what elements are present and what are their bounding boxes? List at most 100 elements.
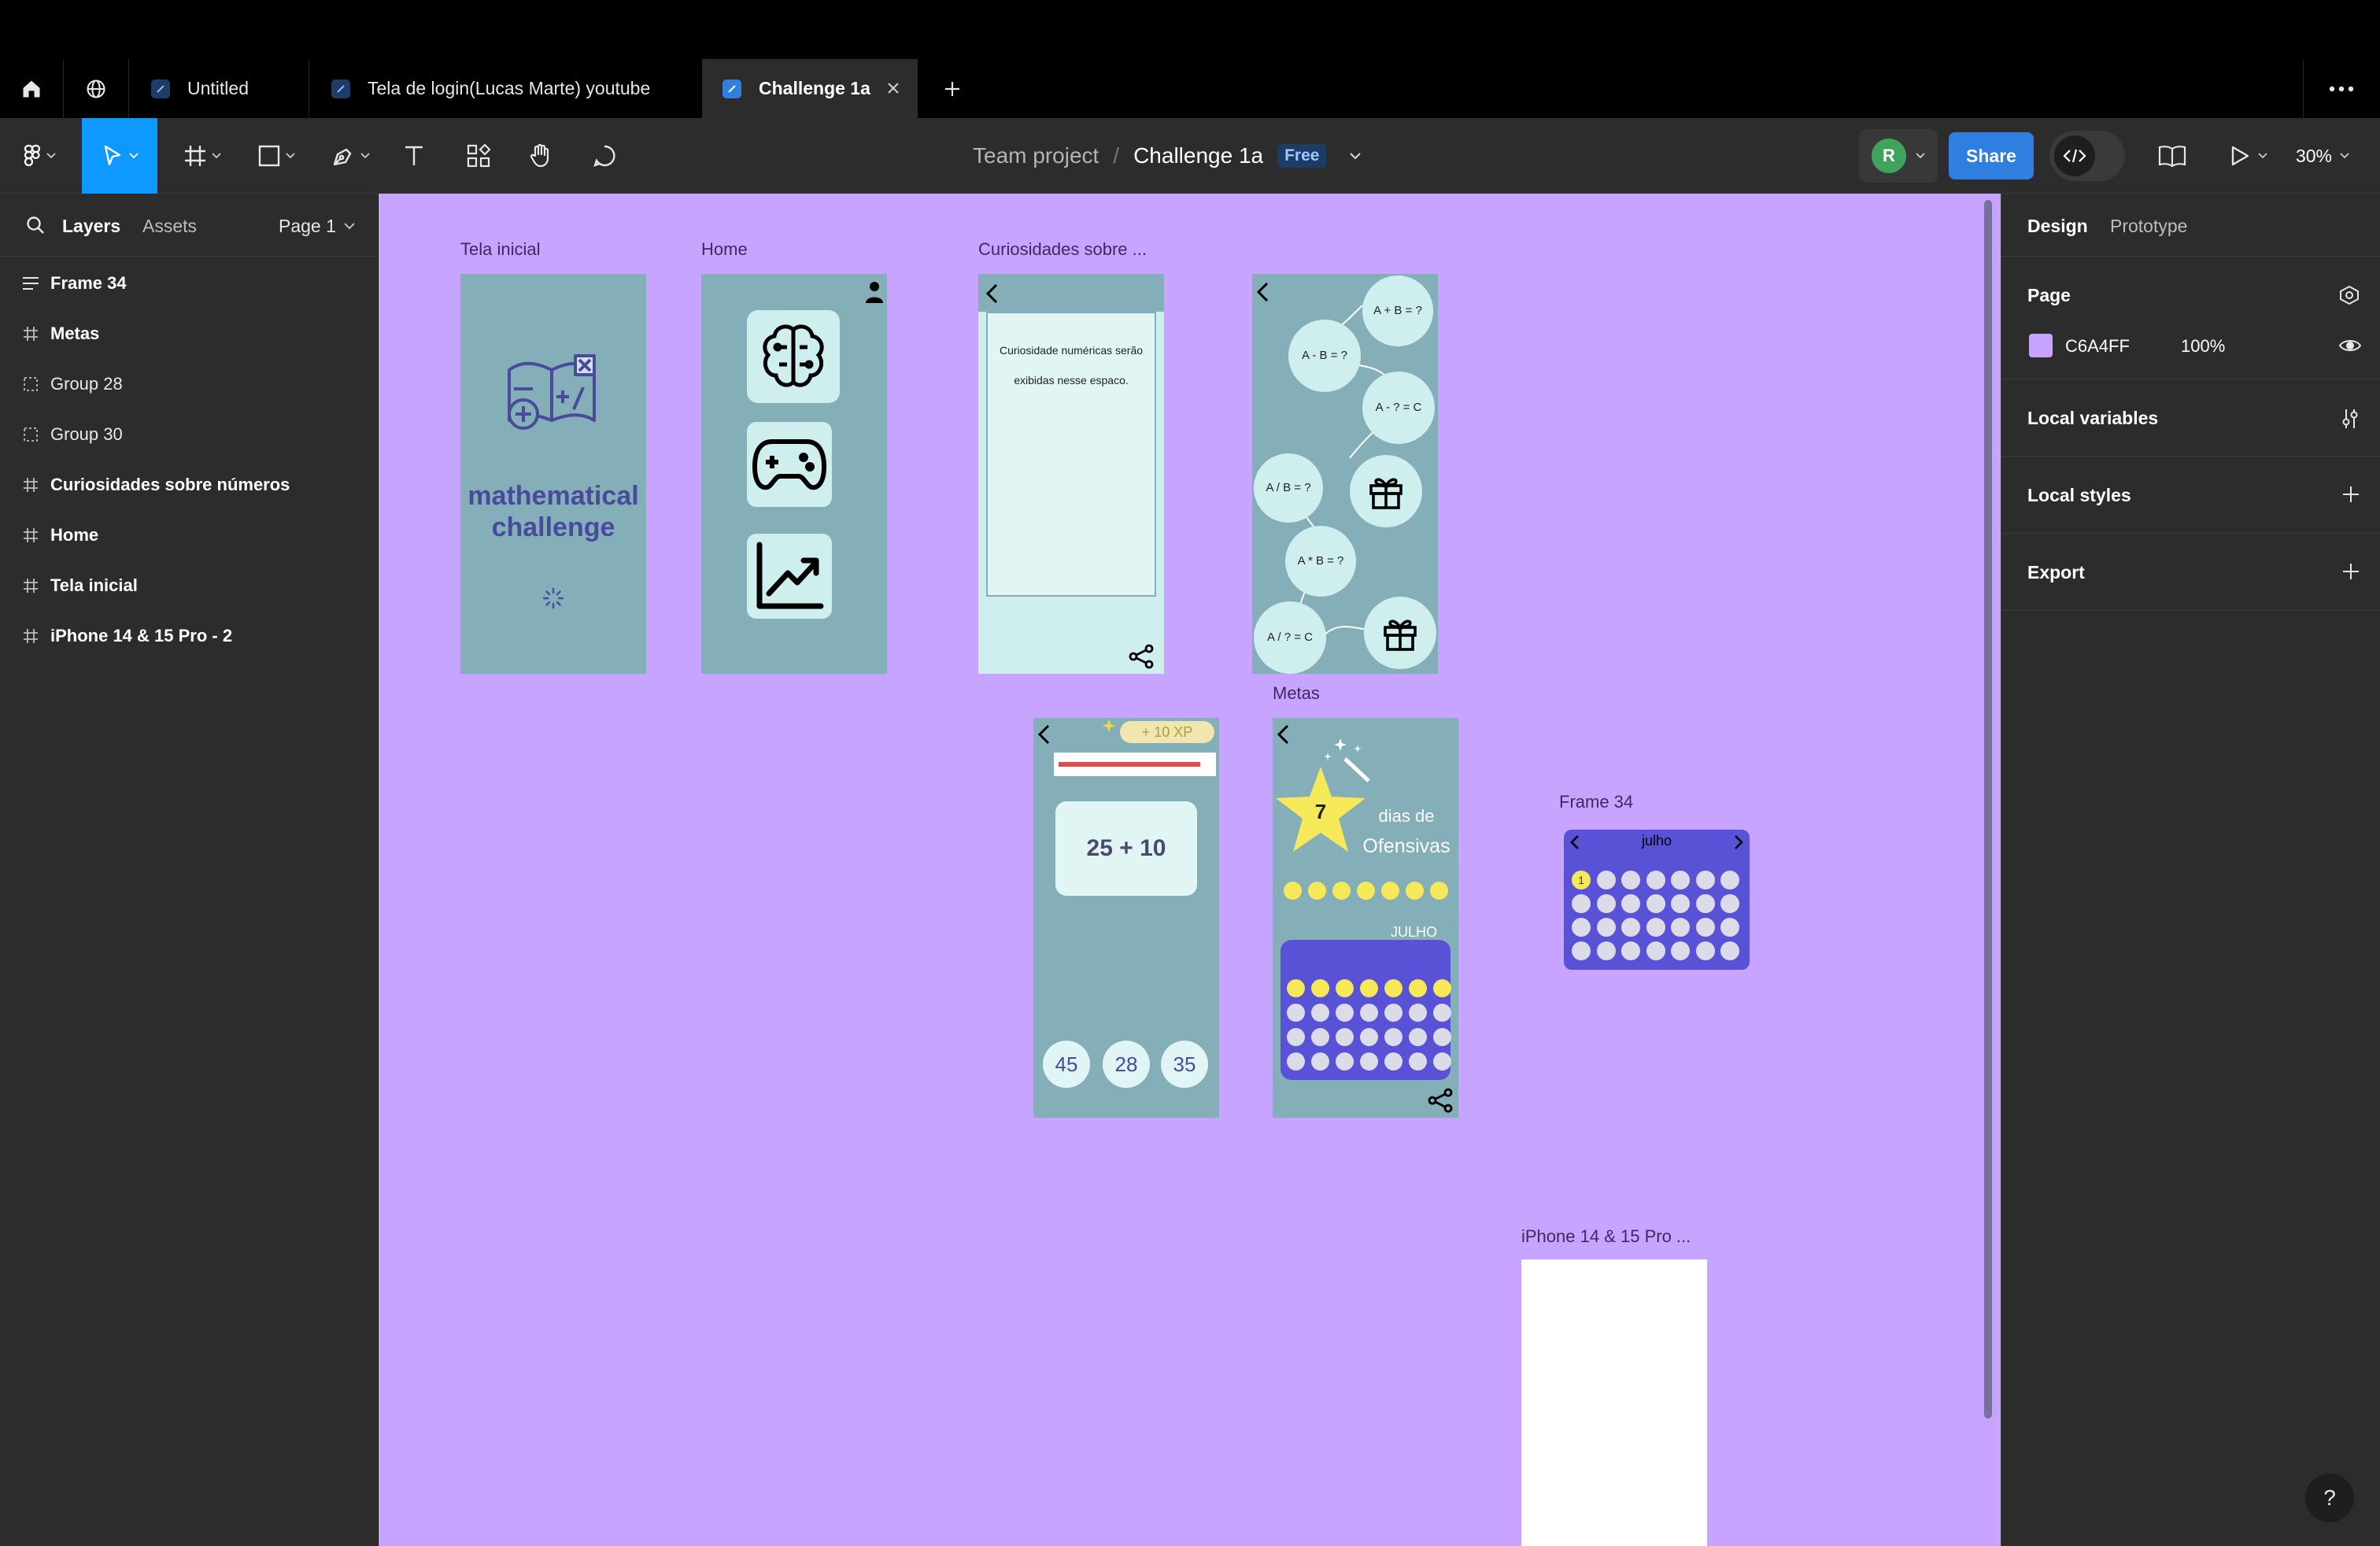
map-node[interactable]: A / B = ?	[1254, 453, 1323, 523]
layer-row[interactable]: Metas	[0, 309, 378, 359]
layer-row[interactable]: Group 30	[0, 409, 378, 460]
visibility-eye-icon[interactable]	[2338, 337, 2362, 354]
page-color-hex[interactable]: C6A4FF	[2065, 336, 2130, 357]
answer-option[interactable]: 45	[1043, 1041, 1090, 1088]
curiosity-text-line2: exibidas nesse espaco.	[1014, 374, 1129, 386]
page-library-icon[interactable]	[2338, 285, 2360, 305]
answer-option[interactable]: 35	[1161, 1041, 1208, 1088]
frame-metas[interactable]: 7 dias de Ofensivas JULHO	[1273, 718, 1458, 1118]
layer-row[interactable]: Group 28	[0, 359, 378, 409]
comment-tool[interactable]	[586, 118, 623, 194]
map-reward-node[interactable]	[1350, 455, 1422, 527]
layer-row[interactable]: iPhone 14 & 15 Pro - 2	[0, 611, 378, 661]
share-button[interactable]: Share	[1949, 132, 2034, 179]
calendar-day-dot	[1720, 894, 1739, 913]
resources-tool[interactable]	[460, 118, 497, 194]
answer-option[interactable]: 28	[1103, 1041, 1150, 1088]
variables-sliders-icon[interactable]	[2340, 408, 2360, 430]
frame-label-tela-inicial[interactable]: Tela inicial	[460, 239, 541, 260]
move-tool[interactable]	[82, 118, 157, 194]
map-node[interactable]: A - B = ?	[1288, 320, 1361, 392]
layer-row[interactable]: Tela inicial	[0, 560, 378, 611]
page-opacity[interactable]: 100%	[2181, 336, 2225, 357]
tab-assets[interactable]: Assets	[142, 216, 197, 237]
tab-challenge-1a[interactable]: Challenge 1a	[702, 59, 918, 118]
calendar-day-dot	[1646, 941, 1665, 960]
layer-row[interactable]: Frame 34	[0, 258, 378, 309]
frame-curiosidades[interactable]: Curiosidade numéricas serão exibidas nes…	[978, 274, 1164, 674]
calendar-day-dot	[1384, 1028, 1402, 1046]
add-export-plus-icon[interactable]	[2341, 562, 2360, 581]
export-section[interactable]: Export	[2001, 534, 2380, 611]
home-icon[interactable]	[0, 59, 63, 118]
layer-row[interactable]: Home	[0, 510, 378, 560]
frame-label-frame-34[interactable]: Frame 34	[1559, 792, 1633, 812]
sparkle-icon	[1102, 719, 1116, 733]
canvas-scrollbar[interactable]	[1984, 200, 1992, 1418]
close-tab-icon[interactable]	[885, 80, 902, 97]
frame-iphone-14-15-pro-2[interactable]	[1521, 1259, 1707, 1546]
frame-icon	[11, 560, 50, 611]
zoom-menu[interactable]: 30%	[2287, 118, 2358, 194]
community-globe-icon[interactable]	[64, 59, 128, 118]
frame-label-iphone[interactable]: iPhone 14 & 15 Pro ...	[1521, 1226, 1691, 1247]
pen-tool[interactable]	[323, 118, 378, 194]
map-node[interactable]: A - ? = C	[1362, 372, 1435, 444]
calendar-day-dot	[1572, 918, 1591, 937]
progress-bar-track	[1054, 753, 1216, 776]
frame-label-curiosidades[interactable]: Curiosidades sobre ...	[978, 239, 1147, 260]
map-node[interactable]: A / ? = C	[1254, 601, 1326, 674]
help-button[interactable]: ?	[2305, 1474, 2354, 1522]
back-chevron-icon	[1277, 724, 1289, 745]
frame-34-calendar[interactable]: julho 1	[1564, 830, 1750, 970]
local-variables-section[interactable]: Local variables	[2001, 379, 2380, 457]
present-play-icon[interactable]	[2221, 118, 2276, 194]
page-color-swatch[interactable]	[2029, 334, 2053, 357]
profile-user-icon	[866, 282, 883, 303]
file-name[interactable]: Challenge 1a	[1133, 143, 1263, 168]
new-tab-plus-icon[interactable]	[929, 59, 976, 118]
right-panel-tabs: Design Prototype	[2001, 194, 2380, 257]
tab-tela-de-login[interactable]: Tela de login(Lucas Marte) youtube	[309, 59, 701, 118]
frame-label-home[interactable]: Home	[701, 239, 748, 260]
frame-label-metas[interactable]: Metas	[1273, 683, 1320, 704]
add-style-plus-icon[interactable]	[2341, 485, 2360, 504]
avatar: R	[1872, 139, 1906, 173]
multiplayer-avatar-menu[interactable]: R	[1859, 129, 1938, 183]
main-menu-figma-icon[interactable]	[14, 118, 65, 194]
breadcrumb-separator: /	[1113, 143, 1120, 168]
map-reward-node[interactable]	[1364, 597, 1436, 669]
tab-prototype[interactable]: Prototype	[2110, 216, 2187, 237]
dev-mode-toggle[interactable]	[2049, 131, 2125, 181]
local-styles-section[interactable]: Local styles	[2001, 457, 2380, 534]
library-book-icon[interactable]	[2149, 118, 2196, 194]
hand-tool[interactable]	[523, 118, 560, 194]
frame-quiz[interactable]: + 10 XP 25 + 10 45 28 35	[1033, 718, 1219, 1118]
frame-challenge-map[interactable]: A + B = ? A - B = ? A - ? = C A / B = ? …	[1252, 274, 1438, 674]
layer-label: Tela inicial	[50, 575, 138, 595]
frame-tool[interactable]	[175, 118, 230, 194]
map-node[interactable]: A + B = ?	[1362, 276, 1433, 346]
layer-row[interactable]: Curiosidades sobre números	[0, 460, 378, 510]
frame-home[interactable]	[701, 274, 887, 674]
frame-tela-inicial[interactable]: mathematical challenge	[460, 274, 646, 674]
map-node[interactable]: A * B = ?	[1285, 526, 1356, 597]
tab-design[interactable]: Design	[2027, 216, 2088, 237]
stats-menu-button[interactable]	[747, 534, 832, 619]
tab-untitled[interactable]: Untitled	[129, 59, 309, 118]
calendar-day-dot	[1596, 871, 1616, 890]
zoom-level: 30%	[2295, 145, 2333, 166]
more-options-icon[interactable]	[2314, 59, 2369, 118]
text-tool[interactable]	[395, 118, 433, 194]
search-icon[interactable]	[25, 215, 46, 235]
page-selector[interactable]: Page 1	[279, 216, 355, 237]
calendar-day-dot	[1695, 918, 1715, 937]
file-menu-chevron-icon[interactable]	[1350, 152, 1362, 160]
project-name[interactable]: Team project	[973, 143, 1099, 168]
design-canvas[interactable]: Tela inicial mathematical challenge Home…	[379, 194, 2001, 1546]
tab-layers[interactable]: Layers	[62, 216, 120, 237]
rectangle-tool[interactable]	[249, 118, 304, 194]
game-menu-button[interactable]	[747, 422, 832, 507]
code-icon	[2054, 135, 2095, 176]
brain-menu-button[interactable]	[747, 310, 840, 403]
